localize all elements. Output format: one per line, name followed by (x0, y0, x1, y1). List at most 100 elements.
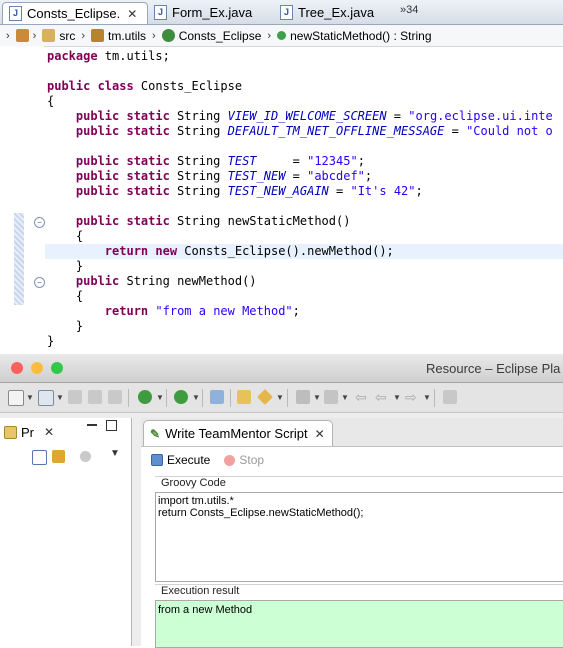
tab-label: Pr (21, 424, 34, 440)
change-marker (14, 213, 24, 305)
execution-result-text: from a new Method (158, 604, 253, 616)
previous-annotation-icon[interactable] (324, 390, 338, 404)
pencil-icon[interactable] (257, 389, 273, 405)
stop-button[interactable]: Stop (224, 453, 264, 467)
window-title-bar: Resource – Eclipse Pla (0, 354, 563, 383)
tab-consts-eclipse[interactable]: J Consts_Eclipse. ✕ (2, 2, 148, 24)
execute-icon (151, 454, 163, 466)
new-project-icon[interactable] (38, 390, 54, 406)
code-line: public static String newStaticMethod() (75, 214, 351, 228)
breadcrumb-class[interactable]: Consts_Eclipse (161, 28, 262, 43)
execution-result-output[interactable]: from a new Method (155, 600, 563, 648)
fold-toggle-icon[interactable]: − (34, 277, 45, 288)
new-icon[interactable] (8, 390, 24, 406)
chevron-down-icon[interactable]: ▼ (26, 393, 34, 402)
chevron-down-icon[interactable]: ▼ (313, 393, 321, 402)
save-all-icon[interactable] (88, 390, 102, 404)
close-icon[interactable]: ✕ (44, 425, 54, 439)
code-area[interactable]: package tm.utils; public class Consts_Ec… (45, 49, 563, 349)
code-line: public static String DEFAULT_TM_NET_OFFL… (75, 124, 553, 138)
static-method-icon (277, 31, 287, 40)
code-line: { (47, 229, 84, 243)
run-icon[interactable] (138, 390, 152, 404)
code-line: public static String TEST_NEW_AGAIN = "I… (75, 184, 423, 198)
filter-icon[interactable] (80, 451, 91, 462)
collapse-all-icon[interactable] (32, 450, 47, 465)
breadcrumb-package[interactable]: tm.utils (91, 29, 146, 43)
chevron-down-icon[interactable]: ▼ (156, 393, 164, 402)
tab-tree-ex[interactable]: J Tree_Ex.java (274, 2, 394, 23)
editor-tab-bar: J Consts_Eclipse. ✕ J Form_Ex.java J Tre… (0, 0, 563, 25)
code-line: package tm.utils; (47, 49, 170, 63)
groovy-code-line: import tm.utils.* (158, 495, 234, 507)
zoom-window-button[interactable] (51, 362, 63, 374)
chevron-down-icon[interactable]: ▼ (341, 393, 349, 402)
maximize-view-button[interactable] (106, 420, 117, 431)
script-actions: Execute Stop (151, 453, 264, 467)
tab-write-teammentor-script[interactable]: ✎ Write TeamMentor Script ✕ (143, 420, 333, 446)
tab-project-explorer[interactable]: Pr ✕ (4, 420, 76, 444)
java-file-icon: J (9, 6, 22, 21)
view-toolbar: ▼ (0, 446, 131, 470)
project-icon[interactable] (15, 29, 29, 42)
forward-icon[interactable]: ⇨ (405, 390, 419, 404)
chevron-down-icon[interactable]: ▼ (192, 393, 200, 402)
next-annotation-icon[interactable] (296, 390, 310, 404)
breadcrumb-class-label: Consts_Eclipse (178, 28, 262, 43)
chevron-right-icon: › (6, 29, 10, 42)
minimize-view-button[interactable] (87, 424, 97, 426)
code-line: public static String TEST_NEW = "abcdef"… (75, 169, 373, 183)
print-icon[interactable] (108, 390, 122, 404)
chevron-down-icon[interactable]: ▼ (56, 393, 64, 402)
code-line-current: return new Consts_Eclipse().newMethod(); (45, 244, 563, 259)
open-type-icon[interactable] (210, 390, 224, 404)
pin-editor-icon[interactable] (443, 390, 457, 404)
fold-toggle-icon[interactable]: − (34, 217, 45, 228)
breadcrumb-method-label: newStaticMethod() : String (290, 28, 432, 43)
package-icon (91, 29, 105, 42)
minimize-window-button[interactable] (31, 362, 43, 374)
close-window-button[interactable] (11, 362, 23, 374)
tab-label: Write TeamMentor Script (165, 426, 308, 441)
chevron-right-icon: › (267, 29, 272, 42)
tab-overflow-button[interactable]: »34 (400, 4, 418, 16)
script-view-tab-bar: ✎ Write TeamMentor Script ✕ (141, 418, 563, 447)
close-icon[interactable]: ✕ (315, 427, 325, 441)
main-toolbar: ▼ ▼ ▼ ▼ ▼ ▼ ▼ ⇦ ⇦ ▼ ⇨ ▼ (0, 383, 563, 413)
editor-gutter: − − (0, 46, 45, 354)
chevron-down-icon[interactable]: ▼ (423, 393, 431, 402)
tab-label: Form_Ex.java (172, 5, 253, 20)
execute-label: Execute (167, 453, 211, 467)
chevron-down-icon[interactable]: ▼ (276, 393, 284, 402)
project-explorer-icon (4, 425, 17, 439)
breadcrumb-src[interactable]: src (42, 29, 75, 43)
chevron-right-icon: › (32, 29, 37, 42)
breadcrumb-method[interactable]: newStaticMethod() : String (277, 28, 432, 43)
code-line: public class Consts_Eclipse (47, 79, 243, 93)
chevron-right-icon: › (152, 29, 156, 42)
save-icon[interactable] (68, 390, 82, 404)
java-file-icon: J (154, 5, 167, 20)
breadcrumb: › › src › tm.utils › Consts_Eclipse › ne… (0, 25, 563, 47)
code-line: } (47, 319, 84, 333)
link-with-editor-icon[interactable] (52, 450, 65, 463)
open-folder-icon[interactable] (237, 390, 251, 404)
view-menu-icon[interactable]: ▼ (110, 448, 120, 459)
close-icon[interactable]: ✕ (127, 7, 137, 21)
code-line: return "from a new Method"; (104, 304, 300, 318)
toolbar-separator (287, 389, 288, 407)
resource-eclipse-window: Resource – Eclipse Pla ▼ ▼ ▼ ▼ ▼ ▼ ▼ ⇦ ⇦… (0, 354, 563, 648)
last-edit-icon[interactable]: ⇦ (355, 390, 369, 404)
window-title: Resource – Eclipse Pla (426, 361, 561, 376)
groovy-code-editor[interactable]: import tm.utils.* return Consts_Eclipse.… (155, 492, 563, 582)
back-icon[interactable]: ⇦ (375, 390, 389, 404)
run-external-icon[interactable] (174, 390, 188, 404)
script-icon: ✎ (150, 426, 161, 441)
code-line: public static String TEST = "12345"; (75, 154, 365, 168)
breadcrumb-src-label: src (59, 28, 76, 43)
tab-form-ex[interactable]: J Form_Ex.java (148, 2, 274, 23)
chevron-down-icon[interactable]: ▼ (393, 393, 401, 402)
toolbar-separator (202, 389, 203, 407)
execute-button[interactable]: Execute (151, 453, 210, 467)
